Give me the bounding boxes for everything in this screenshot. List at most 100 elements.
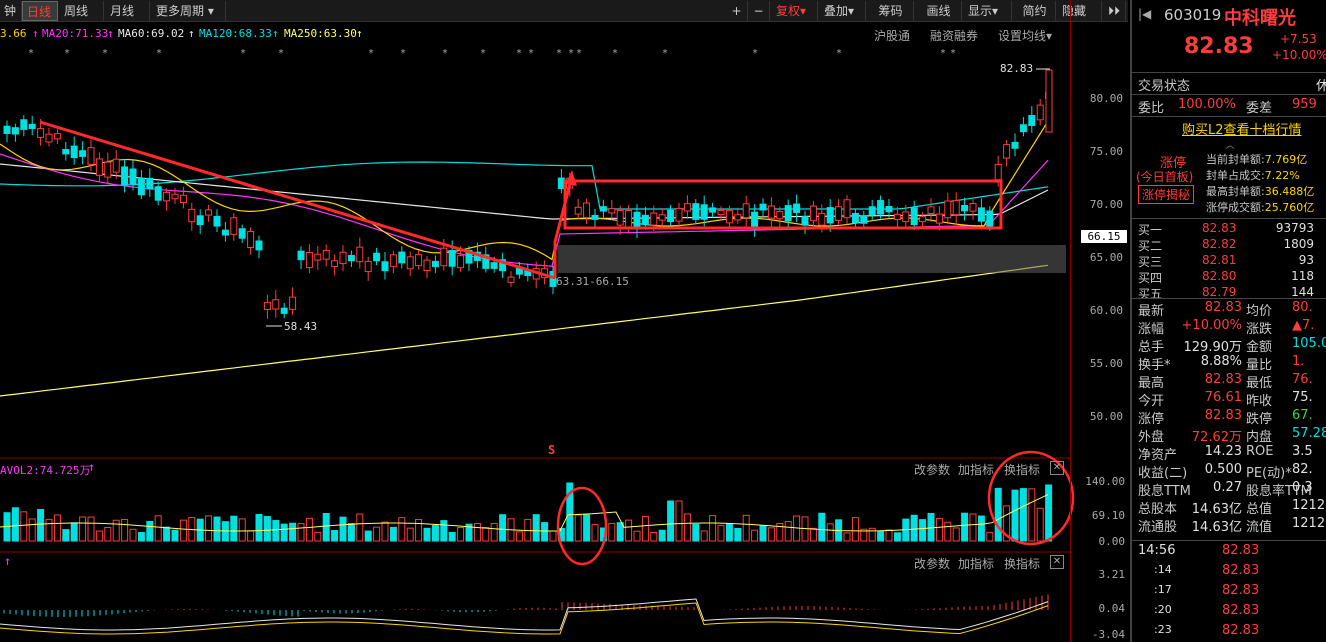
- volume-bar: [272, 520, 280, 542]
- seal-stat-value: 36.488亿: [1264, 185, 1315, 198]
- candle-body: [893, 213, 901, 220]
- volume-bar: [851, 517, 859, 542]
- event-marker-icon: *: [156, 48, 162, 59]
- stat-label: 总值: [1246, 502, 1273, 517]
- volume-bar: [868, 527, 876, 542]
- macd-add-indicator-button[interactable]: 加指标: [958, 555, 994, 572]
- tab-weekly[interactable]: 周线: [60, 1, 104, 21]
- volume-bar: [322, 513, 330, 542]
- kline-chart[interactable]: * * * * * * * * * * * * * * * * * * * * * 82.83 58.43 63.31-…: [0, 44, 1128, 642]
- bid-row[interactable]: 买四 82.80 118: [1132, 269, 1326, 285]
- macd-axis-tick: 3.21: [1098, 568, 1126, 581]
- current-zone-tag: 66.15: [1081, 230, 1127, 243]
- stat-value: 82.: [1292, 462, 1313, 477]
- bid-volume: 93: [1298, 253, 1314, 267]
- event-marker-icon: *: [28, 48, 34, 59]
- volume-bar: [406, 527, 414, 542]
- volume-bar: [490, 522, 498, 542]
- bid-row[interactable]: 买三 82.81 93: [1132, 253, 1326, 269]
- collapse-icon[interactable]: ︿: [1132, 138, 1326, 151]
- hk-connect-link[interactable]: 沪股通: [874, 27, 910, 44]
- volume-bar: [683, 513, 691, 542]
- bid-row[interactable]: 买二 82.82 1809: [1132, 237, 1326, 253]
- candle-body: [969, 202, 977, 212]
- stat-value: 75.: [1292, 390, 1313, 405]
- vol-switch-indicator-button[interactable]: 换指标: [1004, 461, 1040, 478]
- axis-tick: 60.00: [1089, 304, 1123, 317]
- bid-row[interactable]: 买一 82.83 93793: [1132, 221, 1326, 237]
- volume-axis-tick: 140.00: [1085, 475, 1125, 488]
- event-marker-icon: *: [516, 48, 522, 59]
- volume-bar: [532, 514, 540, 542]
- candle-body: [767, 205, 775, 219]
- bid-volume: 118: [1291, 269, 1314, 283]
- dropdown-icon: ▾: [992, 4, 999, 18]
- limit-up-reveal-button[interactable]: 涨停揭秘: [1138, 185, 1195, 204]
- volume-bar: [121, 518, 129, 542]
- margin-trading-link[interactable]: 融资融券: [930, 27, 978, 44]
- seal-stat: 当前封单额:7.769亿: [1206, 152, 1314, 168]
- volume-arrow-icon: ↑: [88, 460, 96, 474]
- simple-mode-button[interactable]: 简约: [1014, 1, 1056, 21]
- tab-more-periods[interactable]: 更多周期 ▾: [152, 1, 226, 21]
- bid-volume: 144: [1291, 285, 1314, 299]
- tab-monthly[interactable]: 月线: [106, 1, 150, 21]
- overlay-button[interactable]: 叠加▾: [820, 1, 866, 21]
- set-ma-button[interactable]: 设置均线▾: [998, 27, 1052, 44]
- event-marker-icon: *: [480, 48, 486, 59]
- draw-line-button[interactable]: 画线: [916, 1, 962, 21]
- stat-label: 最低: [1246, 376, 1273, 391]
- stat-label: ROE: [1246, 444, 1274, 459]
- chips-button[interactable]: 筹码: [868, 1, 914, 21]
- tick-time: :23: [1154, 623, 1172, 636]
- volume-bar: [20, 511, 28, 542]
- volume-bar: [305, 517, 313, 542]
- candle-body: [230, 217, 238, 235]
- candle-body: [734, 214, 742, 221]
- bid-volume: 1809: [1283, 237, 1314, 251]
- stat-row: 总手 129.90万 金额 105.0: [1132, 336, 1326, 355]
- stat-row: 收益(二) 0.500 PE(动)* 82.: [1132, 462, 1326, 481]
- tick-price: 82.83: [1222, 563, 1260, 578]
- dropdown-icon: ▾: [207, 4, 214, 18]
- macd-edit-params-button[interactable]: 改参数: [914, 555, 950, 572]
- axis-tick: 80.00: [1089, 92, 1123, 105]
- tab-minute[interactable]: 钟: [0, 1, 22, 21]
- volume-bar: [767, 527, 775, 542]
- fuquan-button[interactable]: 复权▾: [772, 1, 818, 21]
- volume-bar: [709, 515, 717, 542]
- ma120-arrow-icon: ↑: [272, 27, 279, 40]
- zoom-in-button[interactable]: +: [726, 1, 748, 21]
- stat-value: 80.: [1292, 300, 1313, 315]
- event-marker-icon: *: [528, 48, 534, 59]
- candle-body: [633, 211, 641, 230]
- overlay-label: 叠加: [824, 4, 849, 18]
- tick-row: 14:56 82.83: [1132, 543, 1326, 561]
- volume-highlight-circle: [556, 486, 608, 566]
- buy-l2-link[interactable]: 购买L2查看十档行情: [1182, 119, 1302, 138]
- volume-bar: [356, 513, 364, 542]
- candle-body: [1011, 141, 1019, 149]
- stat-label: 最高: [1138, 376, 1165, 391]
- macd-axis-tick: -3.04: [1091, 628, 1125, 641]
- macd-switch-indicator-button[interactable]: 换指标: [1004, 555, 1040, 572]
- seal-stats: 当前封单额:7.769亿 封单占成交:7.22% 最高封单额:36.488亿 涨…: [1206, 152, 1314, 216]
- close-icon[interactable]: ✕: [1050, 461, 1064, 475]
- stat-value: 82.83: [1204, 300, 1242, 315]
- volume-bar: [1045, 484, 1053, 542]
- ma250-value: MA250:63.30: [284, 27, 357, 40]
- volume-axis-tick: 69.10: [1091, 509, 1125, 522]
- volume-bar: [163, 526, 171, 542]
- candle-body: [583, 202, 591, 219]
- volume-bar: [1028, 488, 1036, 542]
- axis-tick: 65.00: [1089, 251, 1123, 264]
- event-marker-icon: *: [278, 48, 284, 59]
- vol-add-indicator-button[interactable]: 加指标: [958, 461, 994, 478]
- tab-daily[interactable]: 日线: [22, 1, 58, 21]
- back-icon[interactable]: |◀: [1138, 7, 1151, 21]
- close-icon[interactable]: ✕: [1050, 555, 1064, 569]
- candle-body: [986, 210, 994, 227]
- display-button[interactable]: 显示▾: [964, 1, 1012, 21]
- vol-edit-params-button[interactable]: 改参数: [914, 461, 950, 478]
- zoom-out-button[interactable]: −: [748, 1, 770, 21]
